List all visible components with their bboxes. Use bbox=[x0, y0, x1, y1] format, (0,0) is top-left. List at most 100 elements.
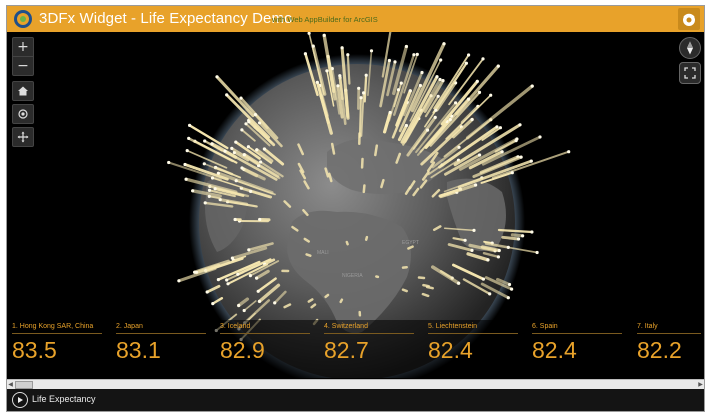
app-frame: 3DFx Widget - Life Expectancy Demo with … bbox=[6, 5, 705, 412]
app-title: 3DFx Widget - Life Expectancy Demo bbox=[39, 10, 293, 27]
spike-tip bbox=[362, 91, 366, 95]
zoom-control: + − bbox=[12, 37, 34, 76]
spike-tip bbox=[521, 234, 525, 238]
locate-button[interactable] bbox=[12, 104, 34, 124]
fullscreen-icon bbox=[684, 67, 696, 79]
spike-tip bbox=[213, 187, 217, 191]
spike-tip bbox=[240, 128, 244, 132]
ranking-item[interactable]: 2. Japan 83.1 bbox=[116, 320, 212, 364]
spike-tip bbox=[496, 64, 500, 68]
spike-tip bbox=[233, 217, 237, 222]
fullscreen-button[interactable] bbox=[679, 62, 701, 84]
zoom-in-button[interactable]: + bbox=[13, 38, 33, 56]
widget-controller-button[interactable] bbox=[678, 8, 700, 30]
spike-tip bbox=[203, 201, 207, 205]
life-expectancy-spike bbox=[374, 144, 379, 157]
spike-tip bbox=[202, 162, 206, 166]
spike-tip bbox=[448, 118, 452, 122]
spike-tip bbox=[470, 248, 474, 252]
spike-tip bbox=[256, 289, 260, 293]
life-expectancy-spike bbox=[339, 298, 344, 304]
navigation-toggle-button[interactable] bbox=[12, 127, 34, 147]
ranking-item[interactable]: 4. Switzerland 82.7 bbox=[324, 320, 420, 364]
spike-tip bbox=[244, 122, 248, 126]
spike-tip bbox=[497, 248, 501, 253]
spike-tip bbox=[242, 308, 246, 313]
spike-tip bbox=[535, 250, 539, 255]
spike-tip bbox=[420, 70, 424, 75]
spike-tip bbox=[463, 238, 467, 242]
spike-tip bbox=[184, 177, 188, 181]
footer-layer-label: Life Expectancy bbox=[32, 394, 96, 404]
spike-tip bbox=[240, 166, 244, 170]
spike-tip bbox=[177, 279, 181, 283]
spike-tip bbox=[457, 281, 461, 285]
spike-tip bbox=[188, 123, 192, 127]
spike-tip bbox=[248, 274, 252, 278]
spike-tip bbox=[303, 52, 307, 56]
spike-tip bbox=[518, 123, 522, 127]
horizontal-scrollbar[interactable]: ◀ ▶ bbox=[7, 379, 704, 389]
ranking-item[interactable]: 3. Iceland 82.9 bbox=[220, 320, 316, 364]
life-expectancy-spike bbox=[417, 276, 426, 280]
life-expectancy-spike bbox=[501, 235, 520, 241]
ranking-item-label: 4. Switzerland bbox=[324, 320, 414, 334]
spike-tip bbox=[488, 292, 492, 296]
life-expectancy-spike bbox=[324, 293, 330, 299]
ranking-item-value: 83.5 bbox=[12, 337, 57, 363]
life-expectancy-spike bbox=[421, 292, 430, 298]
spike-tip bbox=[369, 49, 374, 53]
scroll-right-arrow-icon[interactable]: ▶ bbox=[697, 380, 704, 389]
life-expectancy-spike bbox=[364, 235, 369, 241]
spike-tip bbox=[567, 150, 571, 154]
scrollbar-thumb[interactable] bbox=[15, 381, 33, 389]
spike-tip bbox=[242, 153, 246, 157]
ranking-item[interactable]: 7. Italy 82.2 bbox=[637, 320, 703, 364]
spike-tip bbox=[514, 139, 518, 143]
spike-tip bbox=[207, 194, 211, 198]
app-header: 3DFx Widget - Life Expectancy Demo with … bbox=[7, 6, 704, 32]
spike-tip bbox=[203, 139, 207, 143]
ranking-item-label: 7. Italy bbox=[637, 320, 701, 334]
spike-tip bbox=[442, 42, 446, 46]
ranking-item[interactable]: 5. Liechtenstein 82.4 bbox=[428, 320, 524, 364]
ranking-item-value: 82.9 bbox=[220, 337, 265, 363]
home-icon bbox=[18, 86, 28, 96]
spike-tip bbox=[273, 301, 277, 305]
spike-tip bbox=[225, 278, 229, 282]
ranking-item-value: 82.4 bbox=[428, 337, 473, 363]
ranking-item-label: 1. Hong Kong SAR, China bbox=[12, 320, 102, 334]
footer-bar: Life Expectancy bbox=[7, 389, 704, 411]
spike-tip bbox=[530, 230, 534, 234]
ranking-item[interactable]: 6. Spain 82.4 bbox=[532, 320, 628, 364]
spike-tip bbox=[500, 150, 504, 154]
spike-tip bbox=[404, 123, 408, 128]
spike-tip bbox=[457, 145, 461, 149]
spike-tip bbox=[489, 93, 493, 97]
compass-button[interactable] bbox=[679, 37, 701, 59]
spike-tip bbox=[387, 58, 391, 63]
spike-tip bbox=[234, 140, 238, 144]
spike-tip bbox=[183, 162, 187, 167]
spike-tip bbox=[167, 160, 171, 165]
spike-tip bbox=[234, 179, 238, 183]
spike-tip bbox=[464, 61, 468, 65]
globe-widget-icon bbox=[683, 13, 695, 26]
ranking-panel: 1. Hong Kong SAR, China 83.5 2. Japan 83… bbox=[7, 320, 704, 378]
spike-tip bbox=[478, 153, 482, 157]
spike-tip bbox=[346, 53, 350, 57]
spike-tip bbox=[340, 46, 344, 50]
spike-tip bbox=[516, 237, 521, 241]
spike-tip bbox=[388, 110, 392, 115]
play-button[interactable] bbox=[12, 392, 28, 408]
spike-tip bbox=[226, 282, 230, 286]
scroll-left-arrow-icon[interactable]: ◀ bbox=[7, 380, 14, 389]
zoom-out-button[interactable]: − bbox=[13, 56, 33, 75]
spike-tip bbox=[211, 302, 215, 306]
ranking-item-value: 82.2 bbox=[637, 337, 682, 363]
spike-tip bbox=[258, 217, 262, 222]
home-button[interactable] bbox=[12, 81, 34, 101]
spike-tip bbox=[506, 296, 510, 300]
spike-tip bbox=[495, 125, 499, 129]
ranking-item[interactable]: 1. Hong Kong SAR, China 83.5 bbox=[12, 320, 108, 364]
